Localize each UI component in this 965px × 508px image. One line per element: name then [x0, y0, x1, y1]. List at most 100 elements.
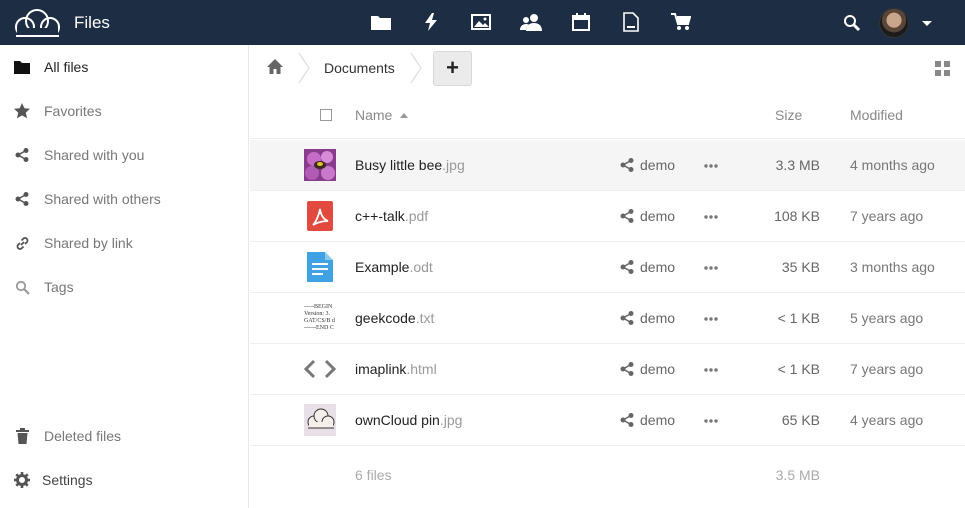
sidebar-item-label: Shared with you — [44, 147, 145, 163]
file-modified: 7 years ago — [850, 208, 924, 224]
sidebar-item-favorites[interactable]: Favorites — [0, 89, 249, 133]
sidebar: All files Favorites Shared with you Shar… — [0, 45, 249, 508]
more-actions-icon[interactable] — [704, 419, 718, 423]
gallery-icon[interactable] — [470, 11, 492, 33]
sidebar-item-shared-by-link[interactable]: Shared by link — [0, 221, 249, 265]
file-name[interactable]: c++-talk.pdf — [355, 208, 428, 224]
file-list-summary: 6 files 3.5 MB — [250, 447, 965, 503]
more-actions-icon[interactable] — [704, 164, 718, 168]
user-menu-caret-icon[interactable] — [922, 21, 932, 26]
file-modified: 4 years ago — [850, 412, 924, 428]
sidebar-item-label: Favorites — [44, 103, 102, 119]
share-icon — [620, 362, 634, 376]
sidebar-item-all-files[interactable]: All files — [0, 45, 249, 89]
contacts-icon[interactable] — [520, 11, 542, 33]
sidebar-item-label: All files — [44, 59, 89, 75]
table-row[interactable]: Busy little bee.jpg demo 3.3 MB 4 months… — [250, 140, 965, 191]
share-icon — [14, 147, 30, 163]
owncloud-logo-icon[interactable] — [12, 8, 62, 38]
breadcrumb-documents[interactable]: Documents — [324, 60, 395, 76]
sidebar-item-label: Settings — [42, 472, 93, 488]
file-size: 65 KB — [781, 412, 820, 428]
sidebar-item-shared-with-others[interactable]: Shared with others — [0, 177, 249, 221]
app-name: Files — [74, 13, 110, 32]
share-icon — [620, 413, 634, 427]
file-size: < 1 KB — [777, 310, 820, 326]
text-file-preview: -----BEGIN Version: 3. GAT/CS/B d ------… — [304, 304, 335, 331]
file-size: 3.3 MB — [775, 157, 820, 173]
breadcrumb-chevron-icon — [410, 53, 422, 83]
total-size: 3.5 MB — [775, 467, 820, 483]
column-name-header[interactable]: Name — [355, 107, 392, 123]
select-all-checkbox[interactable] — [320, 109, 332, 121]
file-name[interactable]: Busy little bee.jpg — [355, 157, 465, 173]
share-icon — [620, 311, 634, 325]
new-button[interactable]: + — [433, 51, 472, 86]
table-row[interactable]: c++-talk.pdf demo 108 KB 7 years ago — [250, 191, 965, 242]
top-header: Files — [0, 0, 965, 45]
share-indicator[interactable]: demo — [620, 157, 675, 173]
table-row[interactable]: imaplink.html demo < 1 KB 7 years ago — [250, 344, 965, 395]
search-icon[interactable] — [843, 14, 861, 32]
market-icon[interactable] — [670, 11, 692, 33]
sidebar-item-settings[interactable]: Settings — [0, 458, 249, 502]
sidebar-item-label: Tags — [44, 279, 74, 295]
documents-icon[interactable] — [620, 11, 642, 33]
share-icon — [620, 209, 634, 223]
breadcrumb-chevron-icon — [298, 53, 310, 83]
file-name[interactable]: Example.odt — [355, 259, 433, 275]
share-icon — [14, 191, 30, 207]
trash-icon — [14, 428, 30, 444]
file-size: 35 KB — [781, 259, 820, 275]
sort-ascending-icon — [400, 113, 408, 118]
table-row[interactable]: Example.odt demo 35 KB 3 months ago — [250, 242, 965, 293]
file-name[interactable]: imaplink.html — [355, 361, 437, 377]
share-indicator[interactable]: demo — [620, 361, 675, 377]
column-modified-header[interactable]: Modified — [850, 107, 903, 123]
sidebar-item-shared-with-you[interactable]: Shared with you — [0, 133, 249, 177]
calendar-icon[interactable] — [570, 11, 592, 33]
more-actions-icon[interactable] — [704, 317, 718, 321]
pdf-file-icon — [304, 200, 336, 232]
share-indicator[interactable]: demo — [620, 310, 675, 326]
table-row[interactable]: -----BEGIN Version: 3. GAT/CS/B d ------… — [250, 293, 965, 344]
activity-icon[interactable] — [420, 11, 442, 33]
table-header: Name Size Modified — [250, 91, 965, 139]
file-modified: 4 months ago — [850, 157, 935, 173]
sidebar-item-tags[interactable]: Tags — [0, 265, 249, 309]
more-actions-icon[interactable] — [704, 215, 718, 219]
star-icon — [14, 103, 30, 119]
file-size: < 1 KB — [777, 361, 820, 377]
image-thumbnail — [304, 149, 336, 181]
document-file-icon — [304, 251, 336, 283]
file-modified: 3 months ago — [850, 259, 935, 275]
more-actions-icon[interactable] — [704, 266, 718, 270]
share-icon — [620, 158, 634, 172]
file-name[interactable]: geekcode.txt — [355, 310, 434, 326]
column-size-header[interactable]: Size — [775, 107, 802, 123]
share-icon — [620, 260, 634, 274]
share-indicator[interactable]: demo — [620, 259, 675, 275]
file-modified: 7 years ago — [850, 361, 924, 377]
file-name[interactable]: ownCloud pin.jpg — [355, 412, 462, 428]
breadcrumb: Documents + — [250, 45, 965, 91]
image-thumbnail — [304, 404, 336, 436]
more-actions-icon[interactable] — [704, 368, 718, 372]
table-row[interactable]: ownCloud pin.jpg demo 65 KB 4 years ago — [250, 395, 965, 446]
folder-icon — [14, 59, 30, 75]
files-icon[interactable] — [370, 11, 392, 33]
gear-icon — [14, 472, 30, 488]
home-icon[interactable] — [266, 58, 284, 76]
share-indicator[interactable]: demo — [620, 412, 675, 428]
sidebar-item-deleted-files[interactable]: Deleted files — [0, 414, 249, 458]
code-file-icon — [304, 353, 336, 385]
file-modified: 5 years ago — [850, 310, 924, 326]
grid-view-icon[interactable] — [935, 61, 950, 76]
sidebar-item-label: Shared with others — [44, 191, 161, 207]
user-avatar[interactable] — [879, 8, 909, 38]
tag-icon — [14, 279, 30, 295]
sidebar-item-label: Deleted files — [44, 428, 122, 444]
file-size: 108 KB — [774, 208, 820, 224]
share-indicator[interactable]: demo — [620, 208, 675, 224]
link-icon — [14, 235, 30, 251]
